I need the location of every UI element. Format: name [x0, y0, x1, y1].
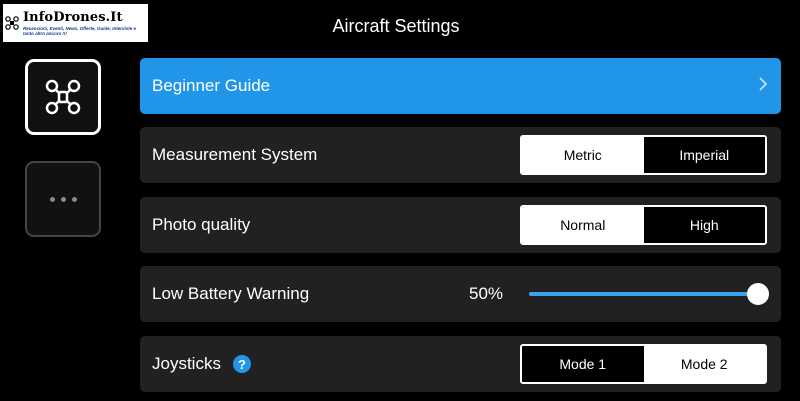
photo-quality-option-normal[interactable]: Normal	[522, 207, 644, 243]
joysticks-row: Joysticks ? Mode 1 Mode 2	[140, 336, 781, 392]
measurement-system-row: Measurement System Metric Imperial	[140, 127, 781, 183]
sidebar-item-more[interactable]	[25, 161, 101, 237]
slider-fill	[529, 292, 758, 296]
joysticks-mode-toggle: Mode 1 Mode 2	[520, 344, 767, 384]
photo-quality-row: Photo quality Normal High	[140, 197, 781, 253]
low-battery-warning-label: Low Battery Warning	[152, 284, 310, 303]
measurement-system-label: Measurement System	[152, 145, 318, 164]
photo-quality-label: Photo quality	[152, 215, 251, 234]
joysticks-label: Joysticks	[152, 354, 221, 373]
photo-quality-toggle: Normal High	[520, 205, 767, 245]
more-icon	[49, 196, 77, 202]
beginner-guide-label: Beginner Guide	[152, 76, 271, 95]
low-battery-warning-row: Low Battery Warning 50%	[140, 266, 781, 322]
drone-icon	[45, 79, 81, 115]
low-battery-percent: 50%	[469, 284, 504, 303]
slider-thumb[interactable]	[747, 283, 769, 305]
measurement-option-metric[interactable]: Metric	[522, 137, 644, 173]
measurement-option-imperial[interactable]: Imperial	[643, 137, 765, 173]
help-icon[interactable]: ?	[232, 355, 251, 373]
sidebar-item-aircraft[interactable]	[25, 59, 101, 135]
measurement-system-toggle: Metric Imperial	[520, 135, 767, 175]
page-title: Aircraft Settings	[332, 16, 460, 36]
chevron-right-icon	[759, 77, 767, 91]
joysticks-option-mode-2[interactable]: Mode 2	[643, 346, 765, 382]
joysticks-option-mode-1[interactable]: Mode 1	[522, 346, 644, 382]
photo-quality-option-high[interactable]: High	[643, 207, 765, 243]
beginner-guide-row[interactable]: Beginner Guide	[140, 58, 781, 114]
low-battery-slider[interactable]	[529, 282, 769, 306]
